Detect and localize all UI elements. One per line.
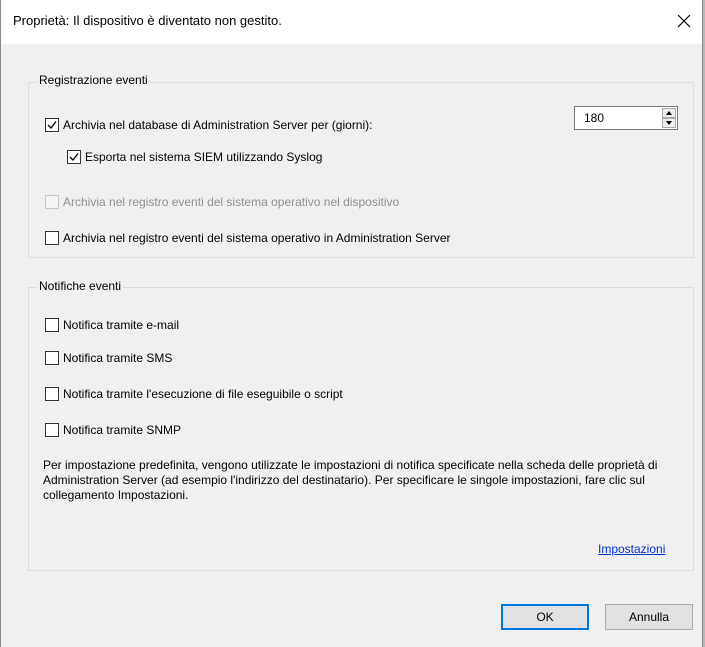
archive-server-os-log-row[interactable]: Archivia nel registro eventi del sistema… (45, 231, 451, 245)
notify-script-row[interactable]: Notifica tramite l'esecuzione di file es… (45, 387, 343, 401)
spin-down-button[interactable] (662, 118, 676, 128)
days-value[interactable]: 180 (584, 111, 604, 125)
notify-snmp-row[interactable]: Notifica tramite SNMP (45, 423, 181, 437)
close-button[interactable] (666, 4, 702, 38)
notify-sms-label: Notifica tramite SMS (63, 351, 173, 365)
spin-up-button[interactable] (662, 108, 676, 118)
arrow-up-icon (666, 111, 672, 115)
cancel-button[interactable]: Annulla (605, 604, 693, 630)
notify-sms-checkbox[interactable] (45, 351, 59, 365)
checkmark-icon (69, 153, 79, 161)
archive-db-row[interactable]: Archivia nel database di Administration … (45, 118, 372, 132)
archive-server-os-log-checkbox[interactable] (45, 231, 59, 245)
export-siem-label: Esporta nel sistema SIEM utilizzando Sys… (85, 150, 323, 164)
notify-script-checkbox[interactable] (45, 387, 59, 401)
settings-link[interactable]: Impostazioni (598, 542, 665, 556)
title-bar: Proprietà: Il dispositivo è diventato no… (1, 0, 702, 44)
notification-info-text: Per impostazione predefinita, vengono ut… (43, 458, 658, 502)
event-notifications-label: Notifiche eventi (37, 279, 124, 293)
properties-dialog: Proprietà: Il dispositivo è diventato no… (0, 0, 703, 647)
archive-db-checkbox[interactable] (45, 118, 59, 132)
notify-sms-row[interactable]: Notifica tramite SMS (45, 351, 172, 365)
checkmark-icon (47, 121, 57, 129)
days-spinner[interactable]: 180 (574, 106, 678, 130)
dialog-title: Proprietà: Il dispositivo è diventato no… (13, 13, 282, 28)
archive-db-label: Archivia nel database di Administration … (63, 118, 373, 132)
notify-snmp-label: Notifica tramite SNMP (63, 423, 182, 437)
notify-email-label: Notifica tramite e-mail (63, 318, 180, 332)
archive-device-os-log-checkbox[interactable] (45, 195, 59, 209)
notify-email-row[interactable]: Notifica tramite e-mail (45, 318, 179, 332)
event-registration-label: Registrazione eventi (37, 73, 150, 87)
notify-snmp-checkbox[interactable] (45, 423, 59, 437)
archive-server-os-log-label: Archivia nel registro eventi del sistema… (63, 231, 451, 245)
export-siem-row[interactable]: Esporta nel sistema SIEM utilizzando Sys… (67, 150, 322, 164)
ok-button[interactable]: OK (501, 604, 589, 630)
archive-device-os-log-row[interactable]: Archivia nel registro eventi del sistema… (45, 195, 399, 209)
archive-device-os-log-label: Archivia nel registro eventi del sistema… (63, 195, 400, 209)
arrow-down-icon (666, 121, 672, 125)
notify-script-label: Notifica tramite l'esecuzione di file es… (63, 387, 343, 401)
notify-email-checkbox[interactable] (45, 318, 59, 332)
export-siem-checkbox[interactable] (67, 150, 81, 164)
close-icon (677, 14, 691, 28)
